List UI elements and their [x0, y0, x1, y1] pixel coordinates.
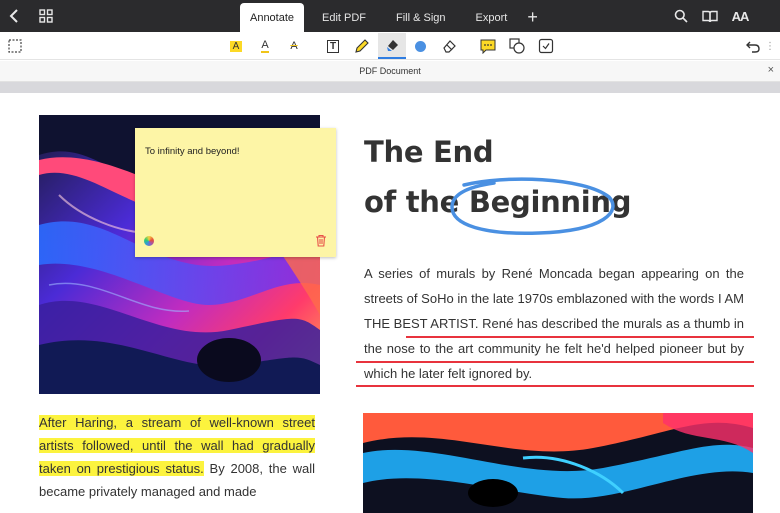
underline-text-label: A	[261, 39, 269, 53]
marquee-select-icon[interactable]	[5, 36, 25, 56]
tab-bar: Annotate Edit PDF Fill & Sign Export +	[240, 3, 546, 32]
color-dot-icon[interactable]	[410, 36, 430, 56]
tab-export[interactable]: Export	[464, 3, 520, 32]
heading-prefix: of the	[364, 185, 469, 219]
text-box-icon[interactable]: T	[323, 36, 343, 56]
document-title-bar: PDF Document ×	[0, 61, 780, 82]
close-document-icon[interactable]: ×	[768, 64, 774, 76]
text-size-icon[interactable]: AA	[729, 6, 751, 26]
highlight-text-label: A	[229, 40, 243, 52]
tab-annotate[interactable]: Annotate	[240, 3, 304, 32]
article-heading-line1: The End	[364, 135, 494, 169]
underline-annotation[interactable]	[356, 385, 754, 387]
text-box-label: T	[326, 39, 340, 53]
pencil-icon[interactable]	[352, 36, 372, 56]
top-bar: Annotate Edit PDF Fill & Sign Export + A…	[0, 0, 780, 32]
stamp-icon[interactable]	[536, 36, 556, 56]
text-size-label: AA	[731, 8, 750, 24]
article-heading-line2: of the Beginning	[364, 185, 632, 219]
tab-fill-sign[interactable]: Fill & Sign	[384, 3, 458, 32]
search-icon[interactable]	[671, 6, 691, 26]
back-chevron-icon[interactable]	[4, 6, 24, 26]
eraser-brush-icon[interactable]	[378, 33, 406, 59]
grid-icon[interactable]	[36, 6, 56, 26]
left-paragraph: After Haring, a stream of well-known str…	[39, 411, 315, 503]
article-paragraph: A series of murals by René Moncada began…	[364, 266, 744, 381]
underline-text-icon[interactable]: A	[255, 36, 275, 56]
abstract-art-image-2	[363, 413, 753, 513]
heading-circled-word: Beginning	[468, 185, 632, 219]
underline-annotation[interactable]	[406, 336, 754, 338]
comment-icon[interactable]	[478, 36, 498, 56]
document-title: PDF Document	[359, 66, 421, 76]
undo-icon[interactable]	[743, 36, 763, 56]
strikeout-text-icon[interactable]: A	[284, 36, 304, 56]
add-tab-button[interactable]: +	[519, 3, 546, 32]
book-icon[interactable]	[700, 6, 720, 26]
highlight-text-icon[interactable]: A	[226, 36, 246, 56]
sticky-note[interactable]: To infinity and beyond!	[135, 128, 336, 257]
strikeout-text-label: A	[290, 40, 298, 52]
tab-edit-pdf[interactable]: Edit PDF	[310, 3, 378, 32]
toolbar-drag-handle-icon[interactable]: ⋮	[765, 36, 775, 56]
page-separator	[0, 82, 780, 93]
annotation-toolbar: A A A T ⋮	[0, 32, 780, 60]
sticky-note-text[interactable]: To infinity and beyond!	[145, 146, 240, 157]
underline-annotation[interactable]	[356, 361, 754, 363]
pdf-page: To infinity and beyond! The End of the B…	[0, 93, 780, 513]
trash-icon[interactable]	[315, 234, 327, 247]
shapes-icon[interactable]	[507, 36, 527, 56]
eraser-icon[interactable]	[439, 36, 459, 56]
color-picker-icon[interactable]	[144, 236, 154, 246]
